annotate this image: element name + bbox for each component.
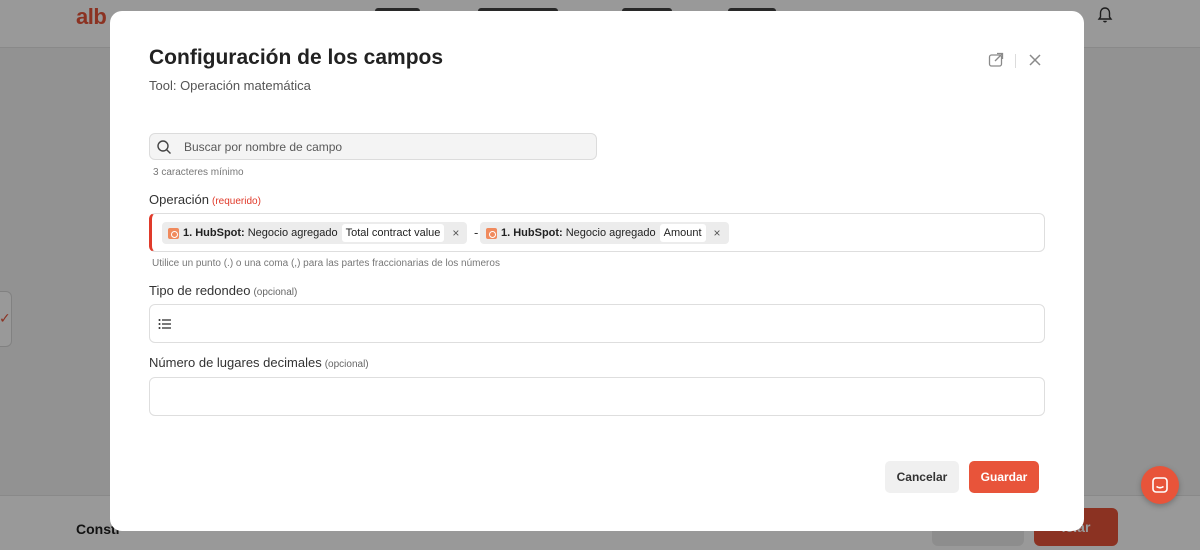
modal-subtitle: Tool: Operación matemática: [149, 78, 311, 93]
modal-title: Configuración de los campos: [149, 46, 444, 69]
export-icon[interactable]: [987, 51, 1005, 69]
rounding-label: Tipo de redondeo (opcional): [149, 283, 297, 298]
token-value: Total contract value: [341, 224, 445, 242]
token-value: Amount: [659, 224, 706, 242]
decimals-label-text: Número de lugares decimales: [149, 355, 322, 370]
list-icon: [158, 319, 171, 329]
field-token[interactable]: 1. HubSpot: Negocio agregado Total contr…: [162, 222, 468, 244]
save-button[interactable]: Guardar: [969, 461, 1039, 493]
search-hint: 3 caracteres mínimo: [153, 167, 244, 178]
field-config-modal: Configuración de los campos Tool: Operac…: [110, 11, 1084, 531]
operation-label: Operación (requerido): [149, 192, 261, 207]
field-token[interactable]: 1. HubSpot: Negocio agregado Amount ×: [480, 222, 729, 244]
optional-tag: (opcional): [253, 287, 298, 298]
header-divider: [1015, 54, 1016, 68]
search-input[interactable]: [182, 134, 592, 159]
rounding-label-text: Tipo de redondeo: [149, 283, 251, 298]
rounding-select[interactable]: [149, 304, 1045, 343]
decimals-label: Número de lugares decimales (opcional): [149, 355, 369, 370]
chat-button[interactable]: [1141, 466, 1179, 504]
operation-label-text: Operación: [149, 192, 209, 207]
operation-hint: Utilice un punto (.) o una coma (,) para…: [152, 258, 500, 269]
hubspot-icon: [168, 227, 179, 239]
cancel-button[interactable]: Cancelar: [885, 461, 959, 493]
remove-token-icon[interactable]: ×: [714, 226, 721, 240]
close-icon[interactable]: [1026, 51, 1044, 69]
search-icon: [157, 140, 171, 154]
decimals-input[interactable]: [149, 377, 1045, 416]
operation-field[interactable]: 1. HubSpot: Negocio agregado Total contr…: [149, 213, 1045, 252]
field-search-box: [149, 133, 597, 160]
required-tag: (requerido): [211, 196, 261, 207]
hubspot-icon: [486, 227, 497, 239]
optional-tag: (opcional): [324, 359, 369, 370]
token-source: 1. HubSpot:: [183, 227, 245, 239]
token-event: Negocio agregado: [247, 227, 338, 239]
remove-token-icon[interactable]: ×: [452, 226, 459, 240]
token-event: Negocio agregado: [565, 227, 656, 239]
token-source: 1. HubSpot:: [501, 227, 563, 239]
operator-sign: -: [474, 225, 479, 240]
chat-icon: [1152, 477, 1168, 493]
